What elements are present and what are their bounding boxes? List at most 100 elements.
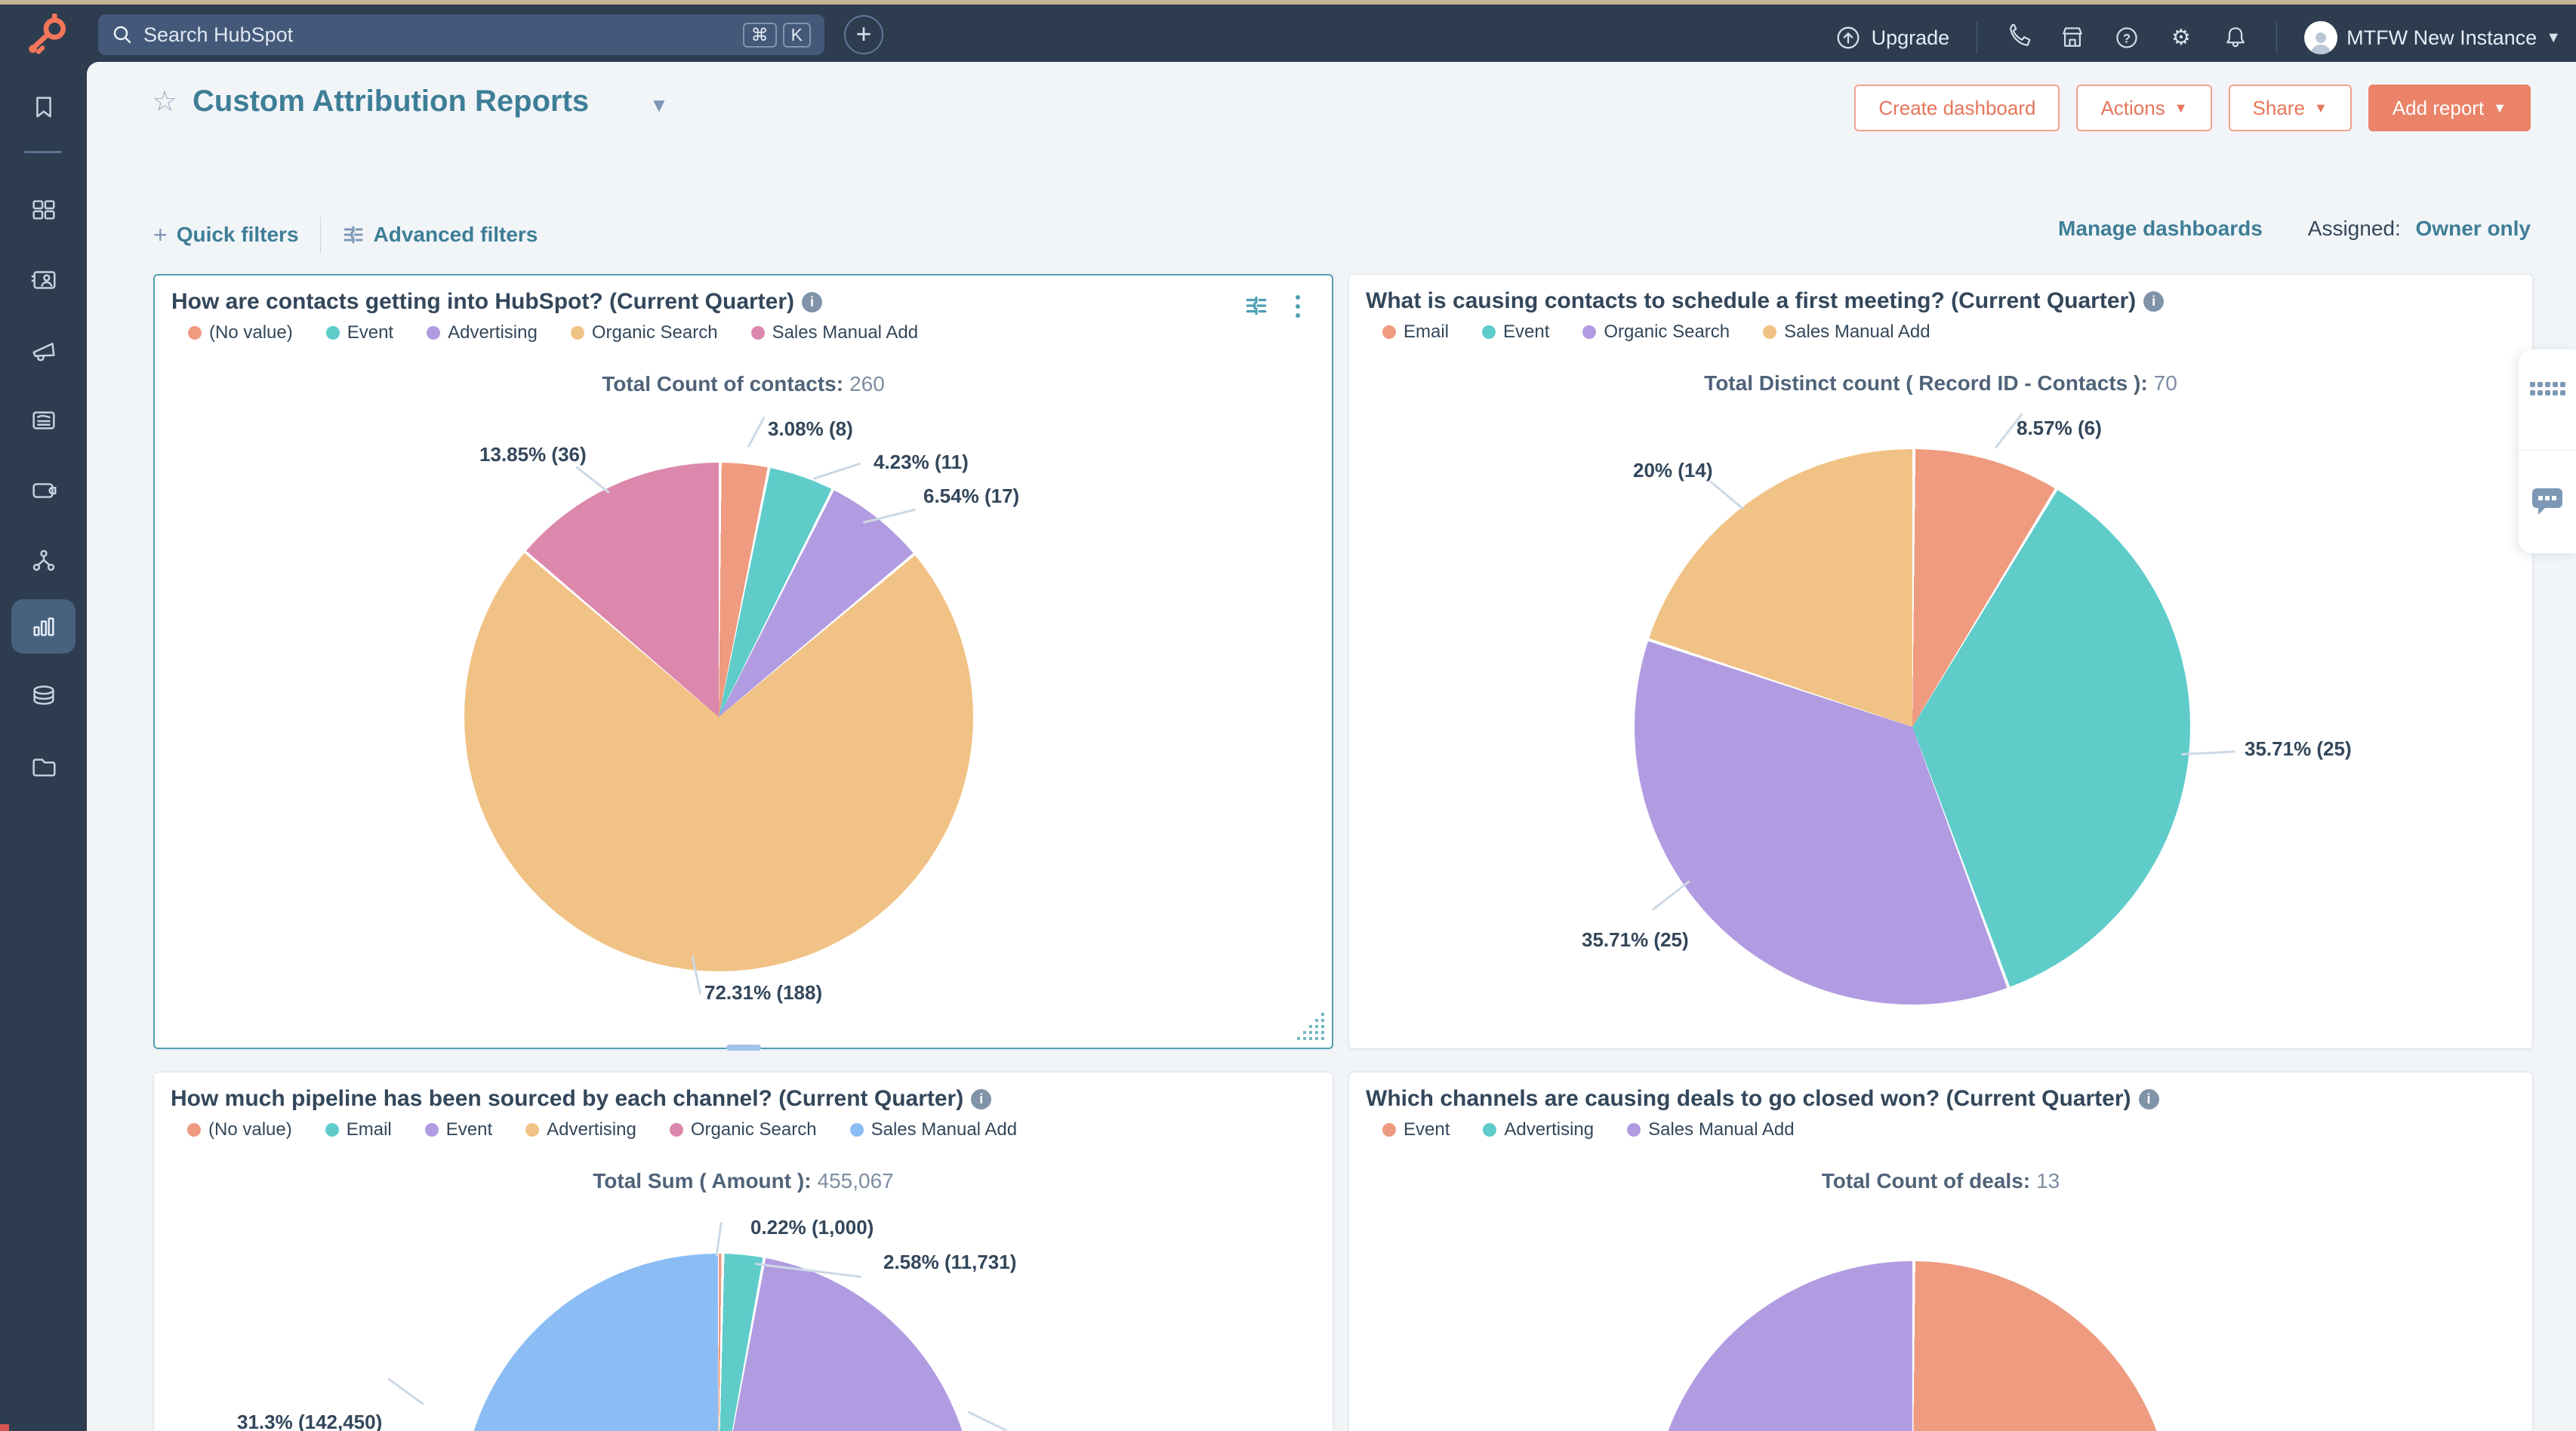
- legend-item[interactable]: (No value): [188, 322, 293, 343]
- card-drag-handle[interactable]: [726, 1045, 761, 1051]
- legend-item[interactable]: Sales Manual Add: [850, 1119, 1017, 1140]
- legend-item[interactable]: Advertising: [525, 1119, 636, 1140]
- sidebar-item-library[interactable]: [0, 740, 87, 794]
- create-dashboard-label: Create dashboard: [1878, 97, 2035, 120]
- report-card-pipeline-by-channel[interactable]: How much pipeline has been sourced by ea…: [153, 1072, 1333, 1431]
- dashboard-content: ☆ Custom Attribution Reports ▼ Create da…: [87, 62, 2576, 1431]
- sidebar-item-automations[interactable]: [0, 534, 87, 588]
- legend-item[interactable]: Event: [425, 1119, 492, 1140]
- report-card-deals-closed-won[interactable]: Which channels are causing deals to go c…: [1348, 1072, 2533, 1431]
- pie-callout: 72.31% (188): [704, 981, 822, 1005]
- assigned-value-link[interactable]: Owner only: [2416, 217, 2531, 240]
- upgrade-button[interactable]: Upgrade: [1834, 23, 1950, 52]
- pie-callout: 35.71% (25): [2245, 737, 2352, 761]
- legend-item[interactable]: Organic Search: [571, 322, 718, 343]
- info-icon[interactable]: i: [971, 1089, 991, 1109]
- dashboard-title-chevron-icon[interactable]: ▼: [649, 94, 669, 117]
- add-report-button[interactable]: Add report▼: [2368, 85, 2531, 131]
- sidebar-item-data[interactable]: [0, 669, 87, 724]
- sidebar-item-workspaces[interactable]: [0, 183, 87, 237]
- legend-item[interactable]: Organic Search: [670, 1119, 817, 1140]
- legend-item[interactable]: Event: [1382, 1119, 1450, 1140]
- chevron-down-icon: ▼: [2174, 100, 2188, 116]
- search-input[interactable]: [143, 23, 737, 47]
- wallet-icon: [29, 475, 59, 506]
- panel-divider: [2519, 450, 2576, 451]
- grip-dots-icon[interactable]: [2529, 381, 2565, 396]
- sidebar-item-commerce[interactable]: [0, 463, 87, 518]
- plus-icon: +: [153, 221, 168, 249]
- report-card-first-meeting[interactable]: What is causing contacts to schedule a f…: [1348, 274, 2533, 1049]
- legend-item[interactable]: Event: [326, 322, 393, 343]
- notifications-icon[interactable]: [2222, 24, 2249, 51]
- leader-line: [2181, 750, 2236, 756]
- legend-item[interactable]: Advertising: [1483, 1119, 1594, 1140]
- chart-legend: Email Event Organic Search Sales Manual …: [1382, 322, 1930, 343]
- sidebar-item-content[interactable]: [0, 393, 87, 448]
- actions-button[interactable]: Actions ▼: [2076, 85, 2211, 131]
- chevron-down-icon: ▼: [2314, 100, 2328, 116]
- sidebar-item-bookmarks[interactable]: [0, 80, 87, 134]
- avatar: [2304, 21, 2337, 54]
- legend-item[interactable]: Email: [1382, 322, 1449, 343]
- help-icon[interactable]: ?: [2113, 24, 2140, 51]
- bar-chart-icon: [29, 611, 59, 642]
- legend-item[interactable]: Sales Manual Add: [751, 322, 918, 343]
- legend-item[interactable]: Email: [325, 1119, 392, 1140]
- create-dashboard-button[interactable]: Create dashboard: [1854, 85, 2060, 131]
- pie-callout: 0.22% (1,000): [750, 1216, 874, 1239]
- pie-chart[interactable]: [1652, 1261, 2173, 1431]
- quick-filters-button[interactable]: + Quick filters: [153, 221, 299, 249]
- account-menu[interactable]: MTFW New Instance ▼: [2304, 21, 2561, 54]
- create-new-button[interactable]: +: [844, 15, 883, 54]
- report-filters-icon[interactable]: [1244, 294, 1268, 318]
- hubspot-dashboard-screen: ⌘ K + Upgrade ? ⚙: [0, 0, 2576, 1431]
- legend-item[interactable]: Advertising: [427, 322, 538, 343]
- info-icon[interactable]: i: [2143, 291, 2164, 312]
- advanced-filters-button[interactable]: Advanced filters: [342, 223, 538, 247]
- pie-chart[interactable]: [461, 1254, 975, 1431]
- pie-callout: 31.3% (142,450): [237, 1411, 382, 1431]
- manage-dashboards-link[interactable]: Manage dashboards: [2058, 217, 2263, 241]
- sliders-icon: [342, 223, 365, 246]
- actions-label: Actions: [2100, 97, 2165, 120]
- database-icon: [29, 682, 59, 712]
- share-button[interactable]: Share▼: [2229, 85, 2352, 131]
- bookmark-icon: [29, 92, 59, 122]
- chart-legend: Event Advertising Sales Manual Add: [1382, 1119, 1795, 1140]
- page-icon: [29, 405, 59, 435]
- sidebar-item-marketing[interactable]: [0, 323, 87, 377]
- chart-total: Total Sum ( Amount ):455,067: [154, 1169, 1333, 1193]
- report-card-contacts-source[interactable]: How are contacts getting into HubSpot? (…: [153, 274, 1333, 1049]
- info-icon[interactable]: i: [2139, 1089, 2159, 1109]
- report-title: Which channels are causing deals to go c…: [1366, 1086, 2159, 1112]
- nav-divider: [2276, 22, 2277, 54]
- report-menu-kebab-icon[interactable]: [1296, 295, 1300, 318]
- pie-callout: 3.08% (8): [768, 417, 853, 441]
- settings-icon[interactable]: ⚙: [2168, 24, 2195, 51]
- sidebar-item-reporting[interactable]: [0, 599, 87, 654]
- resize-handle[interactable]: [1296, 1011, 1326, 1042]
- hubspot-logo-icon[interactable]: [24, 14, 71, 56]
- shortcut-k-keycap: K: [783, 23, 811, 48]
- chevron-down-icon: ▼: [2546, 29, 2561, 47]
- global-search-bar[interactable]: ⌘ K: [98, 14, 824, 55]
- pie-chart[interactable]: [1635, 449, 2190, 1005]
- info-icon[interactable]: i: [802, 292, 822, 312]
- pie-callout: 4.23% (11): [874, 451, 969, 474]
- legend-item[interactable]: Event: [1482, 322, 1549, 343]
- pie-chart[interactable]: [464, 463, 973, 971]
- sidebar-item-crm[interactable]: [0, 253, 87, 307]
- legend-item[interactable]: Sales Manual Add: [1763, 322, 1930, 343]
- legend-item[interactable]: Organic Search: [1582, 322, 1730, 343]
- marketplace-icon[interactable]: [2059, 24, 2086, 51]
- report-title: How are contacts getting into HubSpot? (…: [171, 289, 822, 315]
- legend-item[interactable]: (No value): [187, 1119, 292, 1140]
- leader-line: [967, 1411, 1007, 1431]
- report-title: How much pipeline has been sourced by ea…: [171, 1086, 991, 1112]
- legend-item[interactable]: Sales Manual Add: [1627, 1119, 1794, 1140]
- chat-icon[interactable]: [2531, 487, 2564, 517]
- favorite-star-icon[interactable]: ☆: [152, 85, 177, 118]
- filter-divider: [320, 217, 321, 253]
- calling-icon[interactable]: [2004, 24, 2032, 51]
